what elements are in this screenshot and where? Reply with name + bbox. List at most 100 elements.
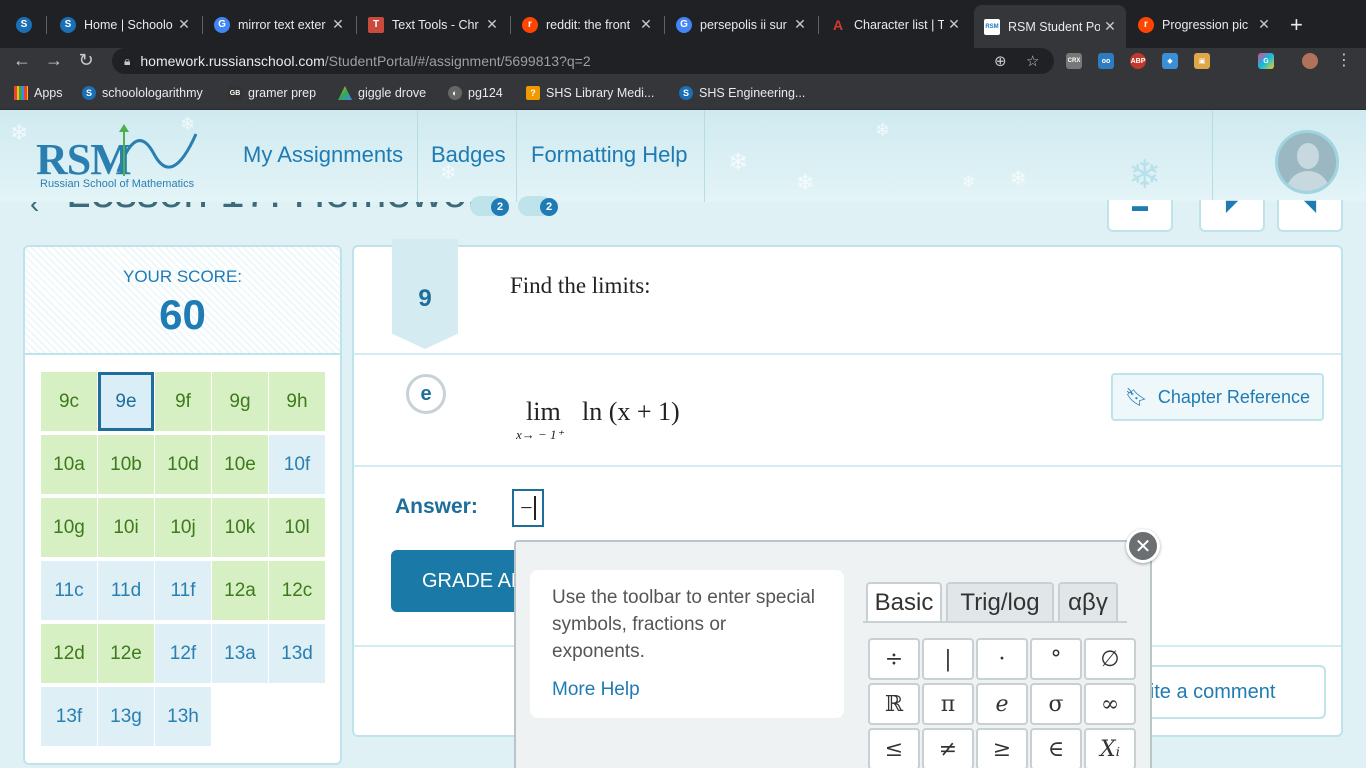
symbol-button[interactable]: ÷ bbox=[868, 638, 920, 680]
close-tab-icon[interactable]: ✕ bbox=[482, 16, 502, 33]
chapter-reference-button[interactable]: 🔖︎ Chapter Reference bbox=[1111, 373, 1324, 421]
problem-cell-9g[interactable]: 9g bbox=[212, 372, 268, 431]
problem-cell-12d[interactable]: 12d bbox=[41, 624, 97, 683]
problem-cell-12e[interactable]: 12e bbox=[98, 624, 154, 683]
problem-cell-10e[interactable]: 10e bbox=[212, 435, 268, 494]
browser-tab[interactable]: r Progression pic ✕ bbox=[1128, 9, 1280, 40]
problem-cell-10d[interactable]: 10d bbox=[155, 435, 211, 494]
problem-cell-11d[interactable]: 11d bbox=[98, 561, 154, 620]
bookmark-apps[interactable]: Apps bbox=[14, 86, 63, 100]
problem-cell-9f[interactable]: 9f bbox=[155, 372, 211, 431]
problem-cell-10g[interactable]: 10g bbox=[41, 498, 97, 557]
problem-cell-10f[interactable]: 10f bbox=[269, 435, 325, 494]
browser-tab[interactable]: T Text Tools - Chr ✕ bbox=[358, 9, 508, 40]
nav-my-assignments[interactable]: My Assignments bbox=[243, 142, 403, 168]
problem-cell-10i[interactable]: 10i bbox=[98, 498, 154, 557]
forward-arrow-icon[interactable]: → bbox=[42, 50, 66, 71]
bookmark-item[interactable]: ? SHS Library Medi... bbox=[526, 86, 654, 100]
browser-tab[interactable]: A Character list | T ✕ bbox=[820, 9, 970, 40]
close-popup-button[interactable]: ✕ bbox=[1126, 529, 1160, 563]
symbol-button[interactable]: σ bbox=[1030, 683, 1082, 725]
previous-button[interactable]: ◤ bbox=[1199, 199, 1265, 232]
browser-tab-active[interactable]: RSM RSM Student Po ✕ bbox=[974, 5, 1126, 48]
bookmark-star-icon[interactable]: ☆ bbox=[1026, 52, 1039, 70]
site-header: ❄ ❄ ❄ ❄ ❄ ❄ ❄ ❄ ❄ RSM Russian School of … bbox=[0, 110, 1366, 202]
problem-cell-10j[interactable]: 10j bbox=[155, 498, 211, 557]
bookmark-item[interactable]: ◐ pg124 bbox=[448, 86, 503, 100]
browser-tab[interactable]: G mirror text exter ✕ bbox=[204, 9, 354, 40]
problem-cell-9e[interactable]: 9e bbox=[98, 372, 154, 431]
tab-basic[interactable]: Basic bbox=[866, 582, 942, 622]
close-tab-icon[interactable]: ✕ bbox=[1100, 18, 1120, 35]
rsm-logo[interactable]: RSM Russian School of Mathematics bbox=[36, 124, 198, 190]
problem-cell-12a[interactable]: 12a bbox=[212, 561, 268, 620]
browser-tab[interactable]: r reddit: the front ✕ bbox=[512, 9, 662, 40]
chevron-left-icon[interactable]: ‹ bbox=[30, 202, 39, 220]
new-tab-plus-icon[interactable]: + bbox=[1290, 12, 1303, 38]
back-arrow-icon[interactable]: ← bbox=[10, 50, 34, 71]
problem-cell-11f[interactable]: 11f bbox=[155, 561, 211, 620]
close-tab-icon[interactable]: ✕ bbox=[328, 16, 348, 33]
symbol-button[interactable]: ° bbox=[1030, 638, 1082, 680]
close-tab-icon[interactable]: ✕ bbox=[174, 16, 194, 33]
problem-cell-9c[interactable]: 9c bbox=[41, 372, 97, 431]
globe-icon: ◐ bbox=[448, 86, 462, 100]
symbol-button[interactable]: ℝ bbox=[868, 683, 920, 725]
bookmark-item[interactable]: S SHS Engineering... bbox=[679, 86, 805, 100]
problem-cell-12c[interactable]: 12c bbox=[269, 561, 325, 620]
reload-icon[interactable]: ↻ bbox=[74, 50, 98, 71]
problem-cell-12f[interactable]: 12f bbox=[155, 624, 211, 683]
next-button[interactable]: ◥ bbox=[1277, 199, 1343, 232]
problem-cell-9h[interactable]: 9h bbox=[269, 372, 325, 431]
nav-formatting-help[interactable]: Formatting Help bbox=[531, 142, 688, 168]
symbol-button[interactable]: e bbox=[976, 683, 1028, 725]
bookmark-item[interactable]: GB gramer prep bbox=[228, 86, 316, 100]
symbol-button[interactable]: ≥ bbox=[976, 728, 1028, 768]
problem-cell-11c[interactable]: 11c bbox=[41, 561, 97, 620]
print-button[interactable]: ▬ bbox=[1107, 199, 1173, 232]
problem-cell-10k[interactable]: 10k bbox=[212, 498, 268, 557]
problem-cell-13g[interactable]: 13g bbox=[98, 687, 154, 746]
symbol-button[interactable]: π bbox=[922, 683, 974, 725]
symbol-button[interactable]: Xᵢ bbox=[1084, 728, 1136, 768]
tab-greek[interactable]: αβγ bbox=[1058, 582, 1118, 622]
symbol-button[interactable]: ∅ bbox=[1084, 638, 1136, 680]
extension-icon[interactable]: G bbox=[1258, 53, 1274, 69]
bookmark-item[interactable]: giggle drove bbox=[338, 86, 426, 100]
symbol-button[interactable]: ≠ bbox=[922, 728, 974, 768]
tab-trig-log[interactable]: Trig/log bbox=[946, 582, 1054, 622]
problem-cell-10a[interactable]: 10a bbox=[41, 435, 97, 494]
problem-cell-13h[interactable]: 13h bbox=[155, 687, 211, 746]
symbol-button[interactable]: | bbox=[922, 638, 974, 680]
close-tab-icon[interactable]: ✕ bbox=[944, 16, 964, 33]
nav-badges[interactable]: Badges bbox=[431, 142, 506, 168]
extension-icon[interactable]: ▣ bbox=[1194, 53, 1210, 69]
symbol-button[interactable]: ≤ bbox=[868, 728, 920, 768]
symbol-button[interactable]: ∈ bbox=[1030, 728, 1082, 768]
browser-menu-icon[interactable]: ⋮ bbox=[1332, 50, 1356, 70]
close-tab-icon[interactable]: ✕ bbox=[636, 16, 656, 33]
problem-cell-13a[interactable]: 13a bbox=[212, 624, 268, 683]
crx-extension-icon[interactable]: CRX bbox=[1066, 53, 1082, 69]
bookmark-item[interactable]: Sschoolologarithmy bbox=[82, 86, 203, 100]
problem-cell-10l[interactable]: 10l bbox=[269, 498, 325, 557]
problem-cell-13f[interactable]: 13f bbox=[41, 687, 97, 746]
symbol-button[interactable]: · bbox=[976, 638, 1028, 680]
problem-cell-13d[interactable]: 13d bbox=[269, 624, 325, 683]
adblock-extension-icon[interactable]: ABP bbox=[1130, 53, 1146, 69]
problem-cell-10b[interactable]: 10b bbox=[98, 435, 154, 494]
close-tab-icon[interactable]: ✕ bbox=[1254, 16, 1274, 33]
symbol-button[interactable]: ∞ bbox=[1084, 683, 1136, 725]
browser-tab[interactable]: G persepolis ii sur ✕ bbox=[666, 9, 816, 40]
profile-avatar-icon[interactable] bbox=[1302, 53, 1318, 69]
close-tab-icon[interactable]: ✕ bbox=[790, 16, 810, 33]
address-bar[interactable]: 🔒︎ homework.russianschool.com/StudentPor… bbox=[112, 48, 1054, 74]
extension-icon[interactable]: ◆ bbox=[1162, 53, 1178, 69]
answer-input[interactable]: − bbox=[512, 489, 544, 527]
more-help-link[interactable]: More Help bbox=[552, 679, 822, 701]
browser-tab[interactable]: S Home | Schoolo ✕ bbox=[50, 9, 200, 40]
pinned-tab-schoology[interactable]: S bbox=[8, 9, 40, 40]
extension-icon[interactable]: oo bbox=[1098, 53, 1114, 69]
user-avatar[interactable] bbox=[1275, 130, 1339, 194]
zoom-icon[interactable]: ⊕ bbox=[994, 52, 1007, 70]
